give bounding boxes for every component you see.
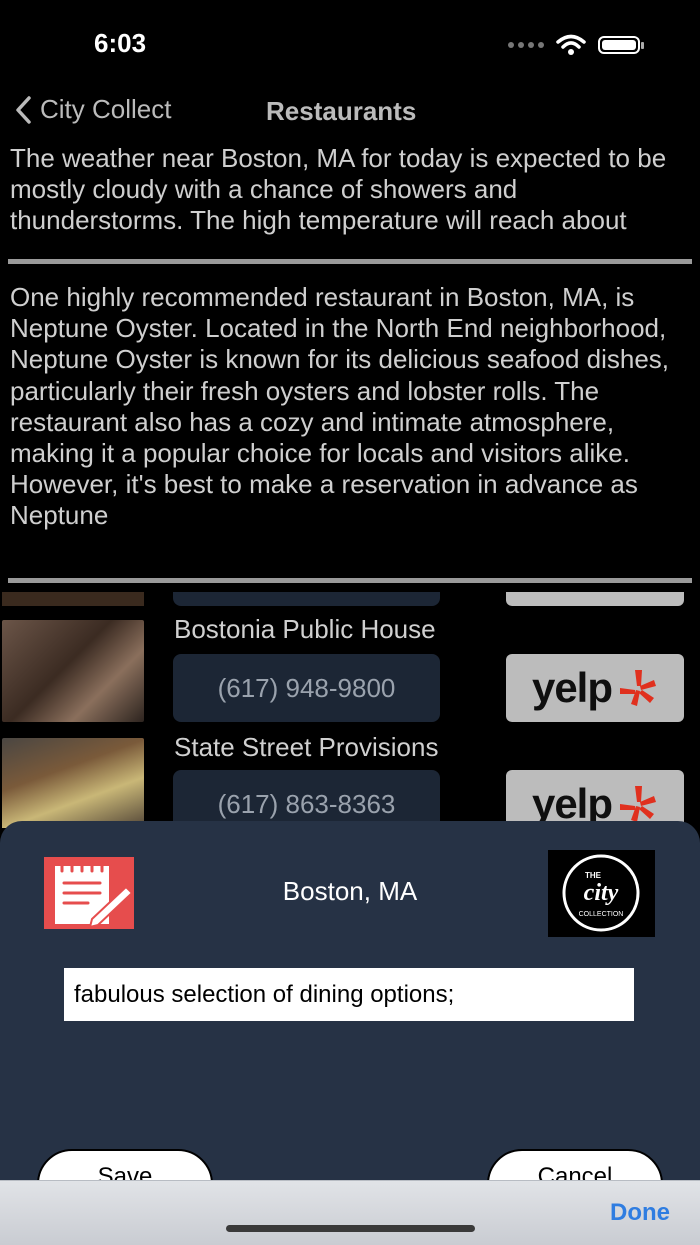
back-button[interactable]: City Collect — [14, 94, 171, 125]
navigation-bar: City Collect Restaurants — [0, 86, 700, 136]
restaurant-name: Bostonia Public House — [174, 614, 436, 644]
phone-button[interactable]: (617) 863-8363 — [173, 770, 440, 828]
chevron-left-icon — [16, 95, 31, 124]
yelp-burst-icon — [620, 670, 657, 706]
restaurant-photo — [2, 620, 144, 722]
cellular-signal-icon — [508, 42, 544, 48]
yelp-button[interactable]: yelp — [506, 654, 684, 722]
phone-number: (617) 948-9800 — [217, 672, 396, 703]
weather-text: The weather near Boston, MA for today is… — [10, 143, 667, 241]
done-button[interactable]: Done — [610, 1199, 670, 1227]
divider — [8, 259, 692, 264]
phone-button[interactable]: (617) 948-9800 — [173, 654, 440, 722]
wifi-icon — [556, 34, 586, 55]
phone-button[interactable] — [173, 592, 440, 606]
restaurant-photo — [2, 592, 144, 606]
restaurant-name: State Street Provisions — [174, 732, 439, 762]
status-icons — [508, 34, 644, 56]
back-button-label: City Collect — [40, 94, 172, 124]
logo-text-bottom: COLLECTION — [579, 911, 624, 918]
yelp-button[interactable] — [506, 592, 684, 606]
logo-text-main: city — [584, 880, 619, 906]
page-title: Restaurants — [266, 96, 417, 126]
note-input[interactable] — [64, 968, 634, 1021]
status-bar: 6:03 — [0, 0, 700, 86]
restaurant-list[interactable]: Bostonia Public House (617) 948-9800 yel… — [0, 592, 700, 828]
yelp-label: yelp — [531, 664, 613, 711]
status-time: 6:03 — [94, 28, 147, 58]
battery-icon — [598, 36, 644, 54]
recommendation-text: One highly recommended restaurant in Bos… — [10, 282, 670, 531]
yelp-burst-icon — [620, 786, 657, 822]
restaurant-photo — [2, 738, 144, 828]
logo-text-top: THE — [585, 871, 602, 880]
keyboard-toolbar: Done — [0, 1180, 700, 1245]
divider — [8, 578, 692, 583]
city-collection-logo: THE city COLLECTION — [548, 850, 655, 937]
yelp-button[interactable]: yelp — [506, 770, 684, 828]
phone-number: (617) 863-8363 — [217, 788, 396, 819]
home-indicator[interactable] — [226, 1225, 475, 1232]
